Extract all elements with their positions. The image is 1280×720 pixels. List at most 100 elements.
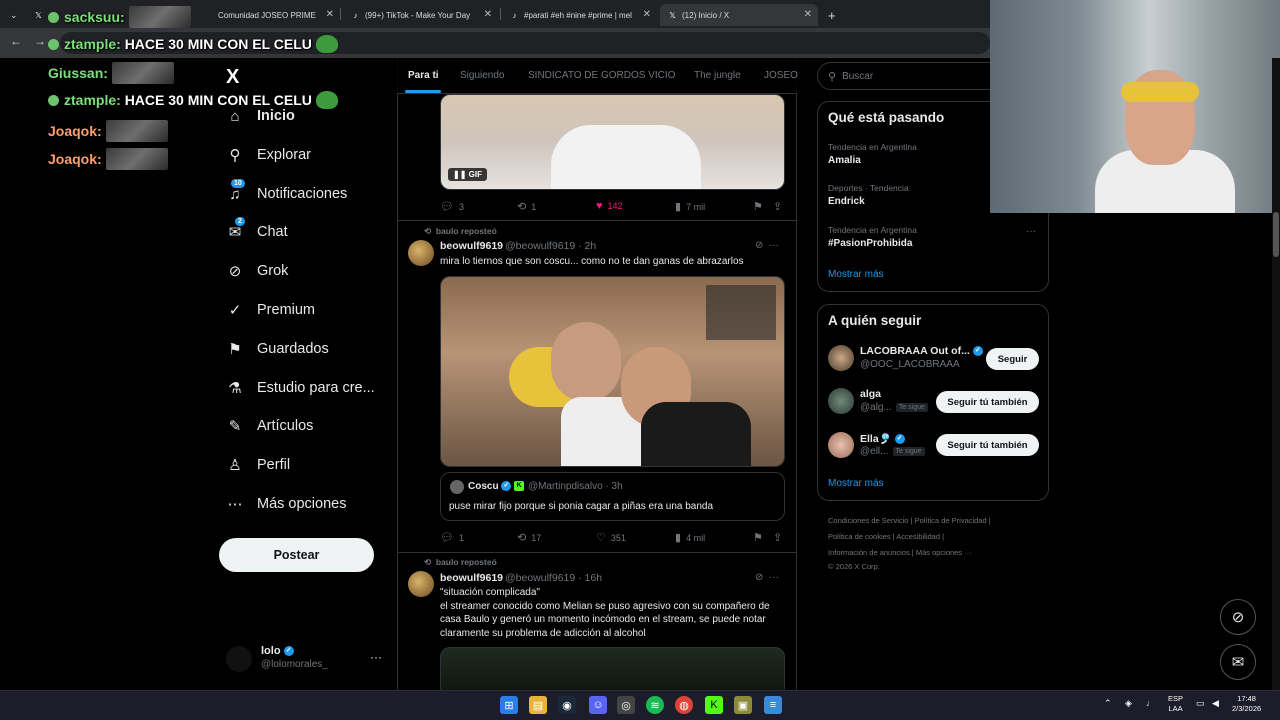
- reply-button[interactable]: 💬︎ 3: [440, 200, 464, 213]
- tab-2[interactable]: ♪ #parati #eh #nine #prime | mel ✕: [502, 4, 657, 26]
- scrollbar-thumb[interactable]: [1273, 212, 1279, 257]
- volume-icon[interactable]: ◀︎: [1212, 698, 1219, 708]
- tab-3[interactable]: 𝕏 (12) Inicio / X ✕: [660, 4, 818, 26]
- avatar[interactable]: [408, 571, 434, 597]
- nav-item-inicio[interactable]: ⌂ Inicio: [226, 103, 294, 129]
- views-button[interactable]: ▮ 7 mil: [675, 200, 705, 213]
- clock[interactable]: 17:48 2/3/2026: [1232, 694, 1261, 714]
- trend-topic[interactable]: Amalia: [828, 155, 861, 166]
- notepad-icon[interactable]: ≡: [764, 696, 782, 714]
- follow-name[interactable]: Ella🎐 ✓: [860, 432, 905, 445]
- repost-button[interactable]: ⟲ 1: [517, 200, 536, 213]
- post-author-name[interactable]: beowulf9619: [440, 572, 503, 584]
- show-more-follow-link[interactable]: Mostrar más: [828, 478, 884, 489]
- close-icon[interactable]: ✕: [326, 9, 334, 20]
- tab-1[interactable]: ♪ (99+) TikTok - Make Your Day ✕: [343, 4, 498, 26]
- reply-button[interactable]: 💬︎ 1: [440, 531, 464, 544]
- scrollbar[interactable]: [1272, 58, 1280, 690]
- account-name[interactable]: lolo ✓: [261, 645, 294, 657]
- share-button[interactable]: ⇪: [773, 531, 787, 544]
- close-icon[interactable]: ✕: [643, 9, 651, 20]
- close-icon[interactable]: ✕: [484, 9, 492, 20]
- post-menu[interactable]: ⊘ ···: [755, 240, 779, 251]
- microphone-icon[interactable]: ♩: [1146, 698, 1155, 708]
- grok-icon[interactable]: ⊘: [755, 240, 763, 251]
- new-tab-button[interactable]: +: [820, 4, 840, 26]
- bookmark-button[interactable]: ⚑: [753, 200, 768, 213]
- footer-links[interactable]: Condiciones de Servicio | Política de Pr…: [828, 516, 991, 525]
- tab-sindicato[interactable]: SINDICATO DE GORDOS VICIO: [528, 70, 675, 81]
- more-icon[interactable]: ···: [769, 240, 779, 251]
- post-author-name[interactable]: beowulf9619: [440, 240, 503, 252]
- tab-list-button[interactable]: ⌄: [2, 4, 22, 26]
- gif-badge[interactable]: ❚❚ GIF: [448, 168, 487, 181]
- chat-message: HACE 30 MIN CON EL CELU: [124, 36, 312, 52]
- footer-links[interactable]: Información de anuncios | Más opciones ·…: [828, 548, 972, 557]
- tab-joseo[interactable]: JOSEO: [764, 70, 798, 81]
- grok-icon[interactable]: ⊘: [755, 572, 763, 583]
- more-icon[interactable]: ···: [1026, 226, 1036, 237]
- like-button[interactable]: ♥ 142: [596, 200, 623, 212]
- avatar[interactable]: [226, 646, 252, 672]
- avatar[interactable]: [408, 240, 434, 266]
- show-more-trends-link[interactable]: Mostrar más: [828, 269, 884, 280]
- spotify-icon[interactable]: ≋: [646, 696, 664, 714]
- tab-siguiendo[interactable]: Siguiendo: [460, 70, 504, 81]
- follow-button[interactable]: Seguir: [986, 348, 1039, 370]
- more-icon[interactable]: ···: [370, 650, 382, 664]
- steam-icon[interactable]: ◉: [558, 696, 576, 714]
- trend-topic[interactable]: #PasionProhibida: [828, 238, 912, 249]
- tab-the-jungle[interactable]: The jungle: [694, 70, 741, 81]
- follow-name[interactable]: LACOBRAAA Out of... ✓: [860, 345, 983, 357]
- repost-button[interactable]: ⟲ 17: [517, 531, 541, 544]
- language-indicator[interactable]: ESP LAA: [1168, 694, 1183, 714]
- tab-0[interactable]: Comunidad JOSEO PRIME ✕: [210, 4, 340, 26]
- network-icon[interactable]: ▭: [1196, 698, 1205, 708]
- forward-arrow-icon[interactable]: →: [34, 34, 46, 48]
- gif-media[interactable]: [440, 94, 785, 190]
- post-menu[interactable]: ⊘ ···: [755, 572, 779, 583]
- tab-para-ti[interactable]: Para ti: [408, 70, 439, 81]
- tray-shield-icon[interactable]: ◈: [1125, 698, 1132, 708]
- app-icon[interactable]: ▣: [734, 696, 752, 714]
- bookmark-button[interactable]: ⚑: [753, 531, 768, 544]
- follow-back-button[interactable]: Seguir tú también: [936, 434, 1039, 456]
- grok-fab-icon[interactable]: ⊘: [1220, 599, 1256, 635]
- close-icon[interactable]: ✕: [804, 9, 812, 20]
- nav-item-notificaciones[interactable]: ♫ 10 Notificaciones: [226, 179, 347, 207]
- footer-links[interactable]: Política de cookies | Accesibilidad |: [828, 532, 944, 541]
- nav-item-premium[interactable]: ✓ Premium: [226, 297, 315, 323]
- windows-start-icon[interactable]: ⊞: [500, 696, 518, 714]
- views-button[interactable]: ▮ 4 mil: [675, 531, 705, 544]
- more-icon[interactable]: ···: [769, 572, 779, 583]
- like-button[interactable]: ♡ 351: [596, 531, 626, 544]
- back-arrow-icon[interactable]: ←: [10, 34, 22, 48]
- nav-item-explorar[interactable]: ⚲ Explorar: [226, 142, 312, 168]
- chrome-icon[interactable]: ◍: [675, 696, 693, 714]
- messages-fab-icon[interactable]: ✉: [1220, 644, 1256, 680]
- quoted-post[interactable]: [440, 472, 785, 521]
- nav-item-estudio[interactable]: ⚗ Estudio para cre...: [226, 375, 374, 401]
- post-button[interactable]: Postear: [219, 538, 374, 572]
- tiktok-icon: ♪: [353, 10, 358, 20]
- nav-item-grok[interactable]: ⊘ Grok: [226, 258, 289, 284]
- trend-topic[interactable]: Endrick: [828, 196, 865, 207]
- obs-icon[interactable]: ◎: [617, 696, 635, 714]
- x-logo-icon[interactable]: X: [226, 66, 239, 89]
- nav-item-chat[interactable]: ✉ 2 Chat: [226, 217, 288, 245]
- nav-item-mas-opciones[interactable]: ⋯ Más opciones: [226, 491, 347, 517]
- avatar[interactable]: [828, 388, 854, 414]
- file-explorer-icon[interactable]: ▤: [529, 696, 547, 714]
- discord-icon[interactable]: ☺: [589, 696, 607, 714]
- share-button[interactable]: ⇪: [773, 200, 787, 213]
- follow-name[interactable]: alga: [860, 388, 881, 400]
- follow-back-button[interactable]: Seguir tú también: [936, 391, 1039, 413]
- post-image[interactable]: [440, 276, 785, 467]
- avatar[interactable]: [828, 345, 854, 371]
- tray-chevron-icon[interactable]: ⌃: [1104, 698, 1112, 708]
- nav-item-perfil[interactable]: ♙ Perfil: [226, 452, 290, 478]
- avatar[interactable]: [828, 432, 854, 458]
- kick-icon[interactable]: K: [705, 696, 723, 714]
- nav-item-guardados[interactable]: ⚑ Guardados: [226, 336, 328, 362]
- nav-item-articulos[interactable]: ✎ Artículos: [226, 413, 314, 439]
